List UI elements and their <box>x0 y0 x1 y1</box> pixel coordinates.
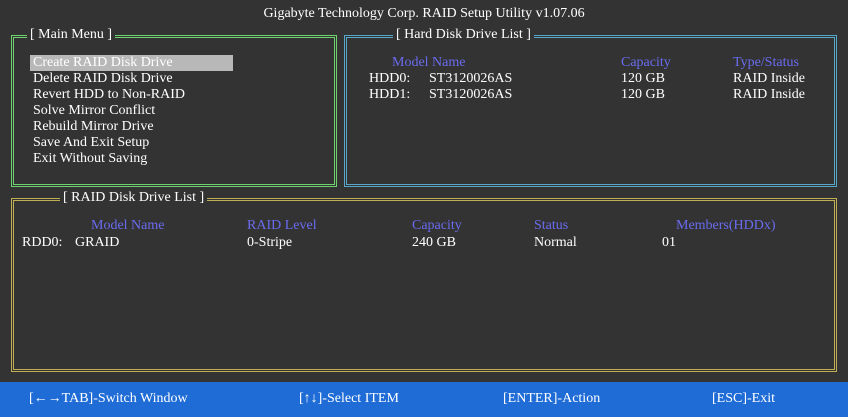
raid-row-members: 01 <box>662 235 676 250</box>
hint-switch-window: [←→TAB]-Switch Window <box>29 391 188 406</box>
raid-header-capacity: Capacity <box>412 218 462 233</box>
hdd-header-model: Model Name <box>392 55 466 70</box>
raid-header-members: Members(HDDx) <box>676 218 776 233</box>
main-menu-list: Create RAID Disk Drive Delete RAID Disk … <box>30 55 233 167</box>
hdd-row-type: RAID Inside <box>733 71 805 86</box>
raid-header-model: Model Name <box>91 218 165 233</box>
hdd-row-id: HDD1: <box>369 87 411 102</box>
raid-row-model: GRAID <box>75 235 120 250</box>
hdd-row-id: HDD0: <box>369 71 411 86</box>
hdd-row-capacity: 120 GB <box>621 87 665 102</box>
raid-row-level: 0-Stripe <box>247 235 293 250</box>
key-hint-bar: [←→TAB]-Switch Window [↑↓]-Select ITEM [… <box>0 382 848 417</box>
main-menu-panel[interactable]: [ Main Menu ] Create RAID Disk Drive Del… <box>11 27 337 187</box>
hint-select-item: [↑↓]-Select ITEM <box>299 391 399 406</box>
raid-row-capacity: 240 GB <box>412 235 456 250</box>
hdd-row-model: ST3120026AS <box>429 71 513 86</box>
hdd-header-capacity: Capacity <box>621 55 671 70</box>
menu-item-delete-raid[interactable]: Delete RAID Disk Drive <box>30 71 233 87</box>
hdd-list-panel[interactable]: [ Hard Disk Drive List ] Model Name Capa… <box>344 27 837 187</box>
utility-title: Gigabyte Technology Corp. RAID Setup Uti… <box>263 6 585 21</box>
hdd-row-model: ST3120026AS <box>429 87 513 102</box>
raid-row-id: RDD0: <box>22 235 63 250</box>
hint-enter-action: [ENTER]-Action <box>503 391 601 406</box>
menu-item-revert-hdd[interactable]: Revert HDD to Non-RAID <box>30 87 233 103</box>
raid-header-level: RAID Level <box>247 218 317 233</box>
menu-item-save-exit[interactable]: Save And Exit Setup <box>30 135 233 151</box>
main-menu-title: [ Main Menu ] <box>27 27 116 43</box>
hdd-row-capacity: 120 GB <box>621 71 665 86</box>
raid-header-status: Status <box>534 218 569 233</box>
hdd-header-type: Type/Status <box>733 55 799 70</box>
raid-row-status: Normal <box>534 235 577 250</box>
hdd-list-title: [ Hard Disk Drive List ] <box>393 27 534 43</box>
raid-list-title: [ RAID Disk Drive List ] <box>60 190 208 206</box>
raid-list-panel[interactable]: [ RAID Disk Drive List ] Model Name RAID… <box>11 190 837 372</box>
hdd-row-type: RAID Inside <box>733 87 805 102</box>
menu-item-create-raid[interactable]: Create RAID Disk Drive <box>30 55 233 71</box>
menu-item-solve-mirror-conflict[interactable]: Solve Mirror Conflict <box>30 103 233 119</box>
menu-item-exit-without-saving[interactable]: Exit Without Saving <box>30 151 233 167</box>
hint-esc-exit: [ESC]-Exit <box>712 391 775 406</box>
menu-item-rebuild-mirror[interactable]: Rebuild Mirror Drive <box>30 119 233 135</box>
